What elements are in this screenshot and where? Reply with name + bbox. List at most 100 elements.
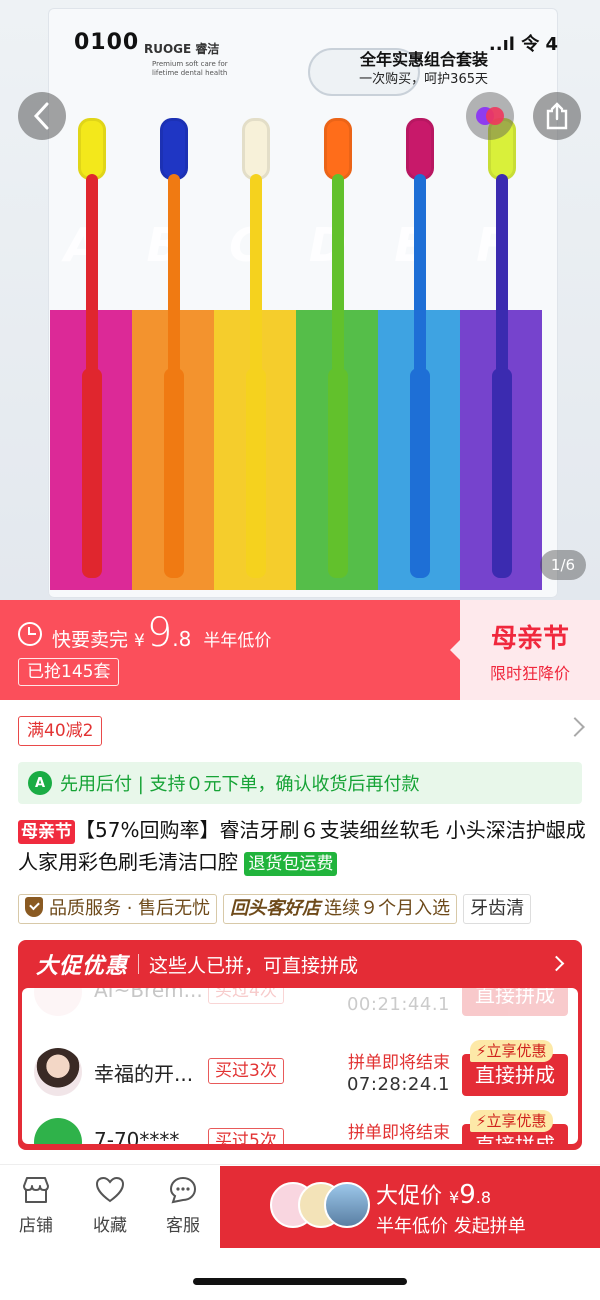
chevron-right-icon	[548, 955, 565, 972]
brush-handle	[492, 368, 512, 578]
toothbrush	[234, 118, 278, 586]
brush-neck	[496, 174, 508, 374]
pay-later-text: 先用后付 | 支持０元下单，确认收货后再付款	[60, 774, 420, 795]
buyer-avatars	[270, 1182, 370, 1230]
alarm-clock-icon	[18, 622, 42, 646]
sale-currency: ¥	[134, 631, 145, 651]
buy-price-decimal: .8	[475, 1188, 492, 1207]
divider	[138, 954, 140, 974]
customer-service-button[interactable]: 客服	[153, 1175, 213, 1236]
group-row[interactable]: 7-70**** 买过5次 拼单即将结束 直接拼成 ⚡立享优惠	[22, 1106, 578, 1144]
pay-later-banner[interactable]: A 先用后付 | 支持０元下单，确认收货后再付款	[18, 762, 582, 804]
group-row[interactable]: AI~Brem... 买过4次 00:21:44.1 直接拼成	[22, 988, 578, 1026]
group-user-name: 幸福的开...	[94, 1062, 194, 1086]
brush-head	[160, 118, 188, 180]
brush-neck	[414, 174, 426, 374]
festival-title: 母亲节	[490, 624, 569, 654]
group-countdown: 00:21:44.1	[346, 994, 450, 1015]
teeth-chip[interactable]: 牙齿清	[463, 894, 532, 924]
toothbrush	[70, 118, 114, 586]
sale-price-decimal: .8	[172, 627, 192, 651]
product-image-carousel[interactable]: RUOGE 睿洁 Premium soft care for lifetime …	[0, 0, 600, 600]
heart-icon	[95, 1175, 125, 1205]
avatar	[324, 1182, 370, 1228]
product-title: 母亲节 【57%回购率】睿洁牙刷６支装细丝软毛 小头深洁护龈成人家用彩色刷毛清洁口…	[18, 814, 588, 878]
instant-discount-badge: ⚡立享优惠	[470, 1040, 553, 1062]
coupon-row[interactable]: 满40减2	[0, 700, 600, 762]
repeat-store-text: 连续９个月入选	[324, 898, 451, 919]
buy-price-label: 大促价	[376, 1184, 443, 1209]
status-time: 0100	[74, 30, 140, 55]
festival-subtitle: 限时狂降价	[489, 664, 570, 683]
favorite-button[interactable]: 收藏	[80, 1175, 140, 1236]
image-counter: 1/6	[540, 550, 586, 580]
toothbrush	[480, 118, 524, 586]
gem-button[interactable]	[466, 92, 514, 140]
group-buy-list: AI~Brem... 买过4次 00:21:44.1 直接拼成 幸福的开... …	[22, 988, 578, 1144]
sale-price: 9	[146, 610, 173, 656]
buy-currency: ¥	[449, 1188, 460, 1207]
buy-button[interactable]: 大促价 ¥9.8 半年低价 发起拼单	[220, 1166, 600, 1248]
package-slogan-sub: 一次购买，呵护365天	[359, 72, 488, 87]
back-button[interactable]	[18, 92, 66, 140]
promo-logo: 大促优惠	[36, 954, 129, 979]
toothbrush	[398, 118, 442, 586]
brush-head	[78, 118, 106, 180]
brush-head	[406, 118, 434, 180]
coupon-tag: 满40减2	[18, 716, 103, 746]
toothbrush	[152, 118, 196, 586]
gem-icon	[476, 107, 504, 125]
brush-head	[324, 118, 352, 180]
group-user-name: 7-70****	[94, 1128, 180, 1144]
chevron-left-icon	[33, 102, 49, 130]
group-buy-header[interactable]: 大促优惠 这些人已拼，可直接拼成	[18, 940, 582, 988]
sale-tag: 半年低价	[203, 631, 272, 651]
instant-discount-badge: ⚡立享优惠	[470, 1110, 553, 1132]
festival-banner: 母亲节 限时狂降价	[450, 600, 600, 700]
store-button[interactable]: 店铺	[6, 1175, 66, 1236]
group-countdown: 07:28:24.1	[346, 1074, 450, 1095]
package-slogan: 全年实惠组合套装	[359, 50, 488, 69]
brush-neck	[332, 174, 344, 374]
pay-later-icon: A	[28, 771, 52, 795]
quality-service-chip[interactable]: 品质服务 · 售后无忧	[18, 894, 218, 924]
customer-service-label: 客服	[166, 1216, 200, 1236]
quality-service-text: 品质服务 · 售后无忧	[49, 898, 211, 919]
buy-subtitle: 半年低价 发起拼单	[376, 1216, 526, 1237]
store-label: 店铺	[19, 1216, 53, 1236]
group-row[interactable]: 幸福的开... 买过3次 拼单即将结束 07:28:24.1 直接拼成 ⚡立享优…	[22, 1036, 578, 1106]
lightning-icon: ⚡	[476, 1112, 487, 1130]
group-user-name: AI~Brem...	[94, 988, 203, 1002]
brand-tagline: Premium soft care for lifetime dental he…	[152, 60, 228, 77]
avatar	[34, 1118, 82, 1144]
group-bought-badge: 买过5次	[208, 1128, 284, 1144]
group-bought-badge: 买过3次	[208, 1058, 284, 1084]
brush-neck	[86, 174, 98, 374]
lightning-icon: ⚡	[476, 1042, 487, 1060]
store-icon	[21, 1175, 51, 1205]
join-group-button[interactable]: 直接拼成	[462, 988, 568, 1016]
festival-tag: 母亲节	[18, 820, 75, 844]
share-icon	[546, 102, 568, 130]
share-button[interactable]	[533, 92, 581, 140]
sold-count-badge: 已抢145套	[18, 658, 120, 686]
repeat-store-brand: 回头客好店	[230, 898, 321, 919]
chevron-right-icon	[565, 717, 585, 737]
group-bought-badge: 买过4次	[208, 988, 284, 1004]
group-buy-subtitle: 这些人已拼，可直接拼成	[149, 954, 359, 977]
avatar	[34, 1048, 82, 1096]
group-buy-card: 大促优惠 这些人已拼，可直接拼成 AI~Brem... 买过4次 00:21:4…	[18, 940, 582, 1150]
instant-discount-text: 立享优惠	[486, 1112, 547, 1130]
home-indicator	[193, 1278, 407, 1285]
sale-label: 快要卖完	[52, 629, 129, 651]
brush-handle	[410, 368, 430, 578]
status-icons: ..ıl 令 4	[488, 34, 558, 55]
shield-icon	[25, 897, 43, 917]
brush-handle	[328, 368, 348, 578]
repeat-store-chip[interactable]: 回头客好店 连续９个月入选	[223, 894, 458, 924]
brush-head	[242, 118, 270, 180]
brand-logo: RUOGE 睿洁	[144, 42, 220, 56]
favorite-label: 收藏	[93, 1216, 127, 1236]
group-status: 拼单即将结束	[348, 1123, 450, 1143]
avatar	[34, 988, 82, 1016]
